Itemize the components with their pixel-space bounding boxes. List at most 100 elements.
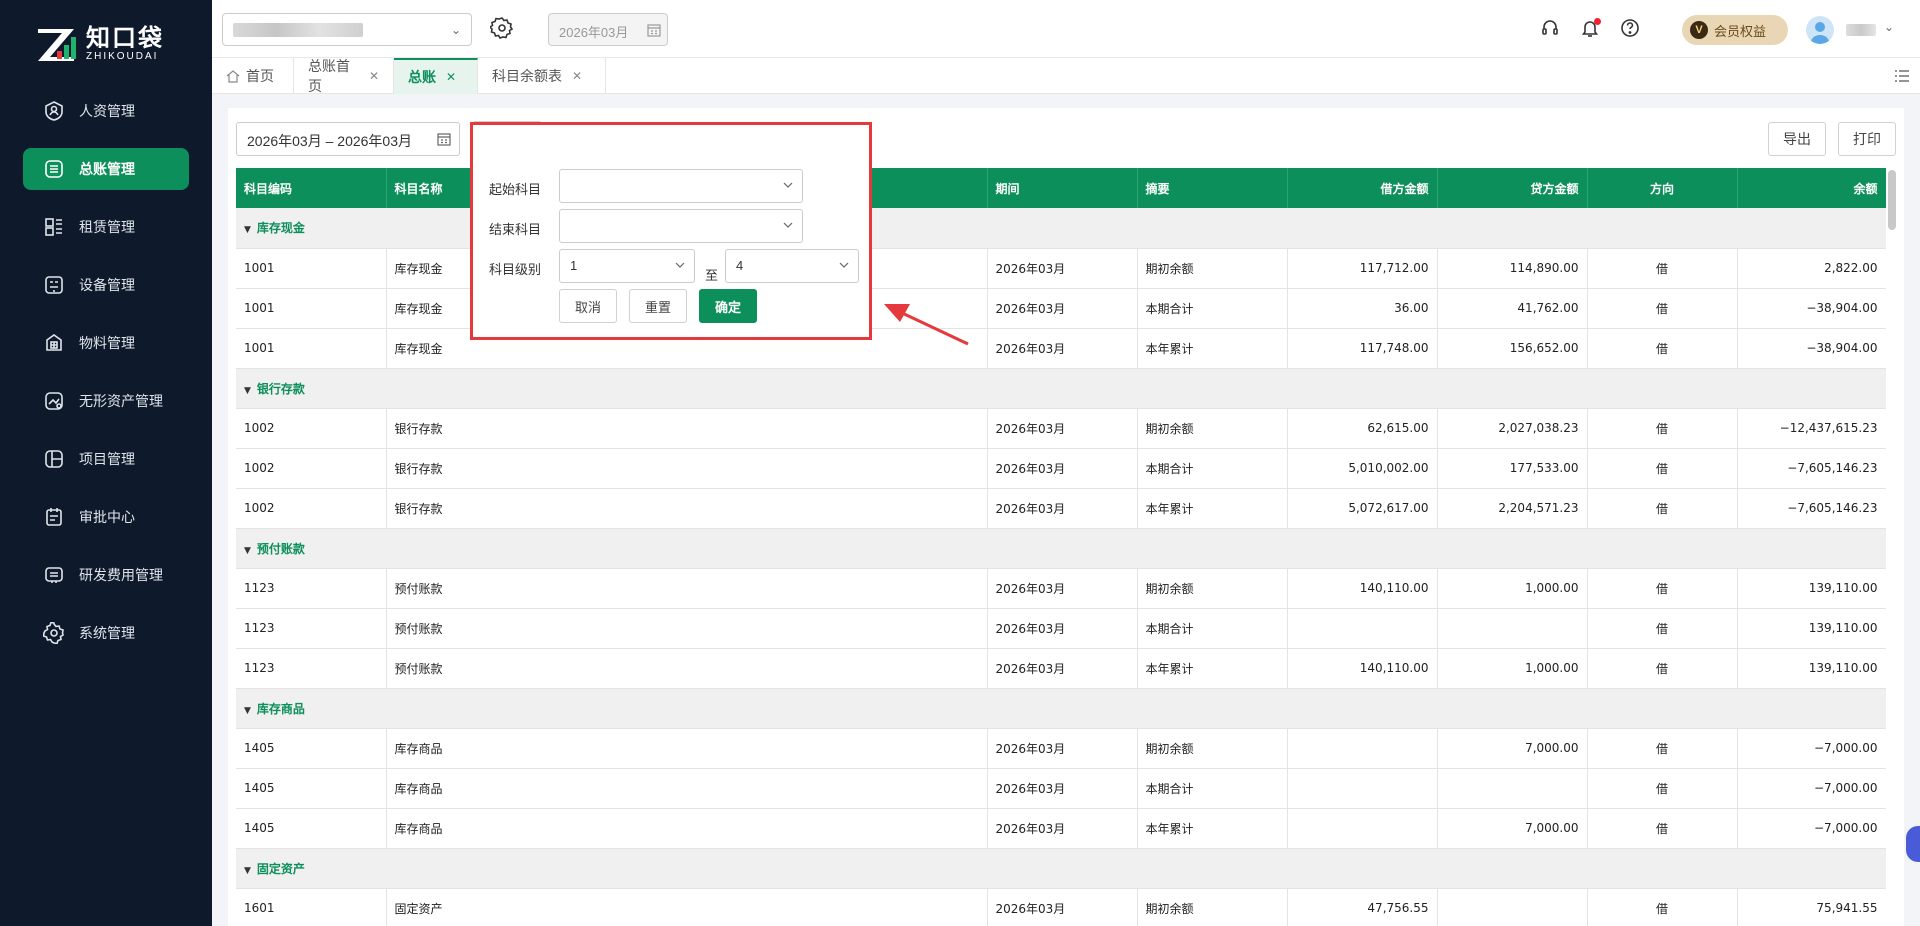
table-cell: 2026年03月: [987, 568, 1138, 609]
sidebar-item-label: 审批中心: [79, 510, 135, 526]
end-account-select[interactable]: [559, 209, 803, 243]
table-cell: 期初余额: [1137, 888, 1288, 926]
sidebar-item-label: 总账管理: [79, 162, 135, 178]
column-header[interactable]: 期间: [987, 168, 1138, 208]
group-row[interactable]: ▼ 库存商品: [236, 688, 1886, 729]
table-cell: 银行存款: [386, 488, 988, 529]
table-cell: 本年累计: [1137, 648, 1288, 689]
table-cell: 本期合计: [1137, 768, 1288, 809]
table-cell: 借: [1587, 808, 1738, 849]
table-cell: −7,000.00: [1737, 728, 1886, 769]
table-row[interactable]: 1123 预付账款 2026年03月 本期合计 借 139,110.00: [236, 608, 1886, 649]
sidebar-item-intangible-assets[interactable]: 无形资产管理: [23, 380, 189, 422]
sidebar-item-hr[interactable]: 人资管理: [23, 90, 189, 132]
close-icon[interactable]: ✕: [369, 69, 379, 83]
caret-down-icon[interactable]: ▼: [244, 706, 251, 716]
table-cell: 借: [1587, 568, 1738, 609]
confirm-button[interactable]: 确定: [699, 289, 757, 323]
close-icon[interactable]: ✕: [572, 69, 582, 83]
headset-icon[interactable]: [1540, 18, 1562, 40]
avatar[interactable]: [1806, 16, 1834, 44]
level-to-select[interactable]: 4: [725, 249, 859, 283]
table-cell: 库存商品: [386, 808, 988, 849]
table-row[interactable]: 1405 库存商品 2026年03月 期初余额 7,000.00 借 −7,000.00: [236, 728, 1886, 769]
gear-icon[interactable]: [488, 16, 516, 42]
caret-down-icon[interactable]: ▼: [244, 866, 251, 876]
table-row[interactable]: 1002 银行存款 2026年03月 本年累计 5,072,617.00 2,204,57…: [236, 488, 1886, 529]
column-header[interactable]: 方向: [1587, 168, 1738, 208]
tab-home[interactable]: 首页: [212, 58, 294, 94]
sidebar-item-lease[interactable]: 租赁管理: [23, 206, 189, 248]
bell-icon[interactable]: [1580, 18, 1602, 40]
table-row[interactable]: 1405 库存商品 2026年03月 本期合计 借 −7,000.00: [236, 768, 1886, 809]
table-row[interactable]: 1601 固定资产 2026年03月 期初余额 47,756.55 借 75,941.55: [236, 888, 1886, 926]
export-button[interactable]: 导出: [1768, 122, 1826, 156]
column-header[interactable]: 科目编码: [236, 168, 387, 208]
username-redacted[interactable]: [1846, 24, 1876, 36]
tab-account-balance[interactable]: 科目余额表 ✕: [478, 58, 606, 94]
caret-down-icon[interactable]: ▼: [244, 225, 251, 235]
chat-icon[interactable]: [1906, 826, 1920, 862]
vip-benefits-button[interactable]: V 会员权益: [1682, 15, 1788, 45]
table-cell: 1002: [236, 488, 387, 529]
table-cell: 1405: [236, 728, 387, 769]
calendar-icon: [437, 132, 451, 149]
sidebar-item-general-ledger[interactable]: 总账管理: [23, 148, 189, 190]
column-header[interactable]: 摘要: [1137, 168, 1288, 208]
group-row[interactable]: ▼ 银行存款: [236, 368, 1886, 409]
table-cell: 5,072,617.00: [1287, 488, 1438, 529]
column-header[interactable]: 借方金额: [1287, 168, 1438, 208]
chevron-down-icon: [675, 262, 685, 268]
close-icon[interactable]: ✕: [446, 70, 456, 84]
reset-button[interactable]: 重置: [629, 289, 687, 323]
table-row[interactable]: 1002 银行存款 2026年03月 本期合计 5,010,002.00 177,533.…: [236, 448, 1886, 489]
table-row[interactable]: 1002 银行存款 2026年03月 期初余额 62,615.00 2,027,038.2…: [236, 408, 1886, 449]
tab-general-ledger[interactable]: 总账 ✕: [394, 58, 478, 94]
table-cell: 1123: [236, 568, 387, 609]
table-cell: 借: [1587, 728, 1738, 769]
date-range-picker[interactable]: 2026年03月 – 2026年03月: [236, 122, 460, 156]
table-row[interactable]: 1123 预付账款 2026年03月 期初余额 140,110.00 1,000.00 借 1…: [236, 568, 1886, 609]
table-cell: [1287, 728, 1438, 769]
tab-gl-home[interactable]: 总账首页 ✕: [294, 58, 394, 95]
group-row[interactable]: ▼ 预付账款: [236, 528, 1886, 569]
start-account-select[interactable]: [559, 169, 803, 203]
table-cell: 2026年03月: [987, 248, 1138, 289]
sidebar-item-project[interactable]: 项目管理: [23, 438, 189, 480]
table-cell: 2026年03月: [987, 888, 1138, 926]
sidebar-item-system[interactable]: 系统管理: [23, 612, 189, 654]
level-from-value: 1: [570, 258, 578, 273]
table-row[interactable]: 1405 库存商品 2026年03月 本年累计 7,000.00 借 −7,000.00: [236, 808, 1886, 849]
tab-label: 总账首页: [308, 59, 350, 95]
caret-down-icon[interactable]: ▼: [244, 546, 251, 556]
period-picker[interactable]: 2026年03月: [548, 13, 668, 46]
table-cell: 本期合计: [1137, 288, 1288, 329]
caret-down-icon[interactable]: ▼: [244, 386, 251, 396]
tab-list-icon[interactable]: [1894, 68, 1910, 84]
cancel-button[interactable]: 取消: [559, 289, 617, 323]
help-icon[interactable]: [1620, 18, 1642, 40]
level-from-select[interactable]: 1: [559, 249, 695, 283]
column-header[interactable]: 余额: [1737, 168, 1886, 208]
sidebar-item-device[interactable]: 设备管理: [23, 264, 189, 306]
sidebar-item-rd-expense[interactable]: 研发费用管理: [23, 554, 189, 596]
sidebar-item-material[interactable]: 物料管理: [23, 322, 189, 364]
chevron-down-icon: [839, 262, 849, 268]
print-button[interactable]: 打印: [1838, 122, 1896, 156]
group-row[interactable]: ▼ 固定资产: [236, 848, 1886, 889]
scrollbar[interactable]: [1888, 170, 1896, 230]
company-select[interactable]: ⌄: [222, 13, 472, 46]
table-cell: 47,756.55: [1287, 888, 1438, 926]
chevron-down-icon[interactable]: ⌄: [1884, 20, 1894, 34]
table-cell: 2026年03月: [987, 768, 1138, 809]
sidebar-item-label: 研发费用管理: [79, 568, 163, 584]
end-account-label: 结束科目: [489, 223, 542, 238]
column-header[interactable]: 贷方金额: [1437, 168, 1588, 208]
logo[interactable]: 知口袋 ZHIKOUDAI: [36, 24, 186, 64]
table-cell: 2026年03月: [987, 808, 1138, 849]
logo-mark-icon: [36, 25, 80, 63]
table-row[interactable]: 1123 预付账款 2026年03月 本年累计 140,110.00 1,000.00 借 1…: [236, 648, 1886, 689]
sidebar-item-approval[interactable]: 审批中心: [23, 496, 189, 538]
start-account-label: 起始科目: [489, 183, 542, 198]
table-cell: 2026年03月: [987, 448, 1138, 489]
